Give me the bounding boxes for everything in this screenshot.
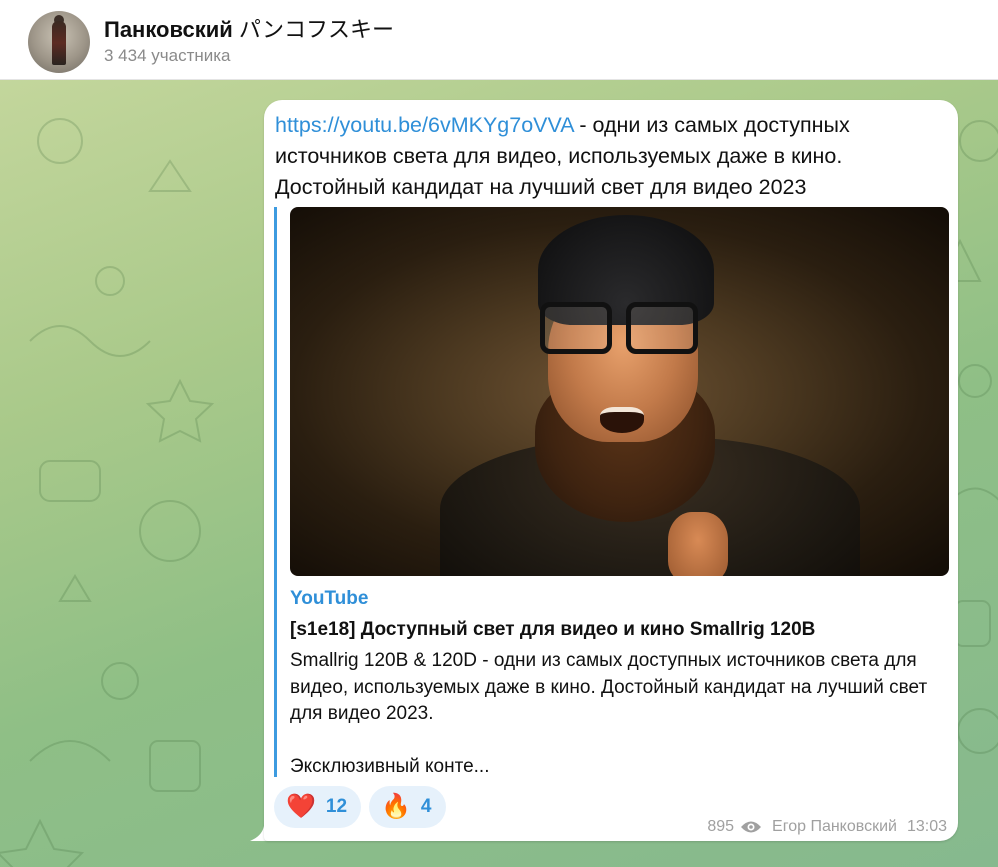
message-link[interactable]: https://youtu.be/6vMKYg7oVVA <box>275 113 573 137</box>
reaction-heart[interactable]: ❤️ 12 <box>274 786 362 828</box>
preview-thumbnail[interactable] <box>290 207 949 576</box>
heart-icon: ❤️ <box>286 793 316 820</box>
chat-header[interactable]: Панковский パンコフスキー 3 434 участника <box>0 0 998 80</box>
thumb-mouth <box>600 407 644 433</box>
thumb-hand <box>668 512 728 576</box>
message-time: 13:03 <box>906 818 947 835</box>
preview-description: Smallrig 120B & 120D - одни из самых дос… <box>290 648 930 780</box>
channel-title[interactable]: Панковский パンコフスキー <box>104 12 394 44</box>
preview-site-name: YouTube <box>290 588 369 609</box>
channel-avatar[interactable] <box>28 11 90 73</box>
eye-icon <box>741 821 762 833</box>
thumb-glasses-left <box>540 302 612 354</box>
channel-name: Панковский <box>104 17 233 42</box>
reaction-count: 4 <box>420 796 432 817</box>
reaction-fire[interactable]: 🔥 4 <box>369 786 446 828</box>
subscriber-count: 3 434 участника <box>104 46 231 65</box>
view-count: 895 <box>707 818 735 835</box>
message-bubble[interactable]: https://youtu.be/6vMKYg7oVVA - одни из с… <box>264 100 958 841</box>
preview-title: [s1e18] Доступный свет для видео и кино … <box>290 619 816 640</box>
fire-icon: 🔥 <box>381 793 411 820</box>
link-preview[interactable]: YouTube [s1e18] Доступный свет для видео… <box>274 207 949 780</box>
message-meta: 895 Егор Панковский 13:03 <box>707 818 947 836</box>
reactions-bar: ❤️ 12 🔥 4 <box>274 786 446 828</box>
avatar-figure-body <box>52 21 66 65</box>
message-text: https://youtu.be/6vMKYg7oVVA - одни из с… <box>275 110 945 203</box>
thumb-glasses-right <box>626 302 698 354</box>
message-author: Егор Панковский <box>772 818 897 835</box>
preview-description-text: Smallrig 120B & 120D - одни из самых дос… <box>290 650 928 724</box>
preview-more-text: Эксклюзивный конте... <box>290 755 490 777</box>
reaction-count: 12 <box>325 796 348 817</box>
channel-name-suffix: パンコフスキー <box>238 17 395 42</box>
